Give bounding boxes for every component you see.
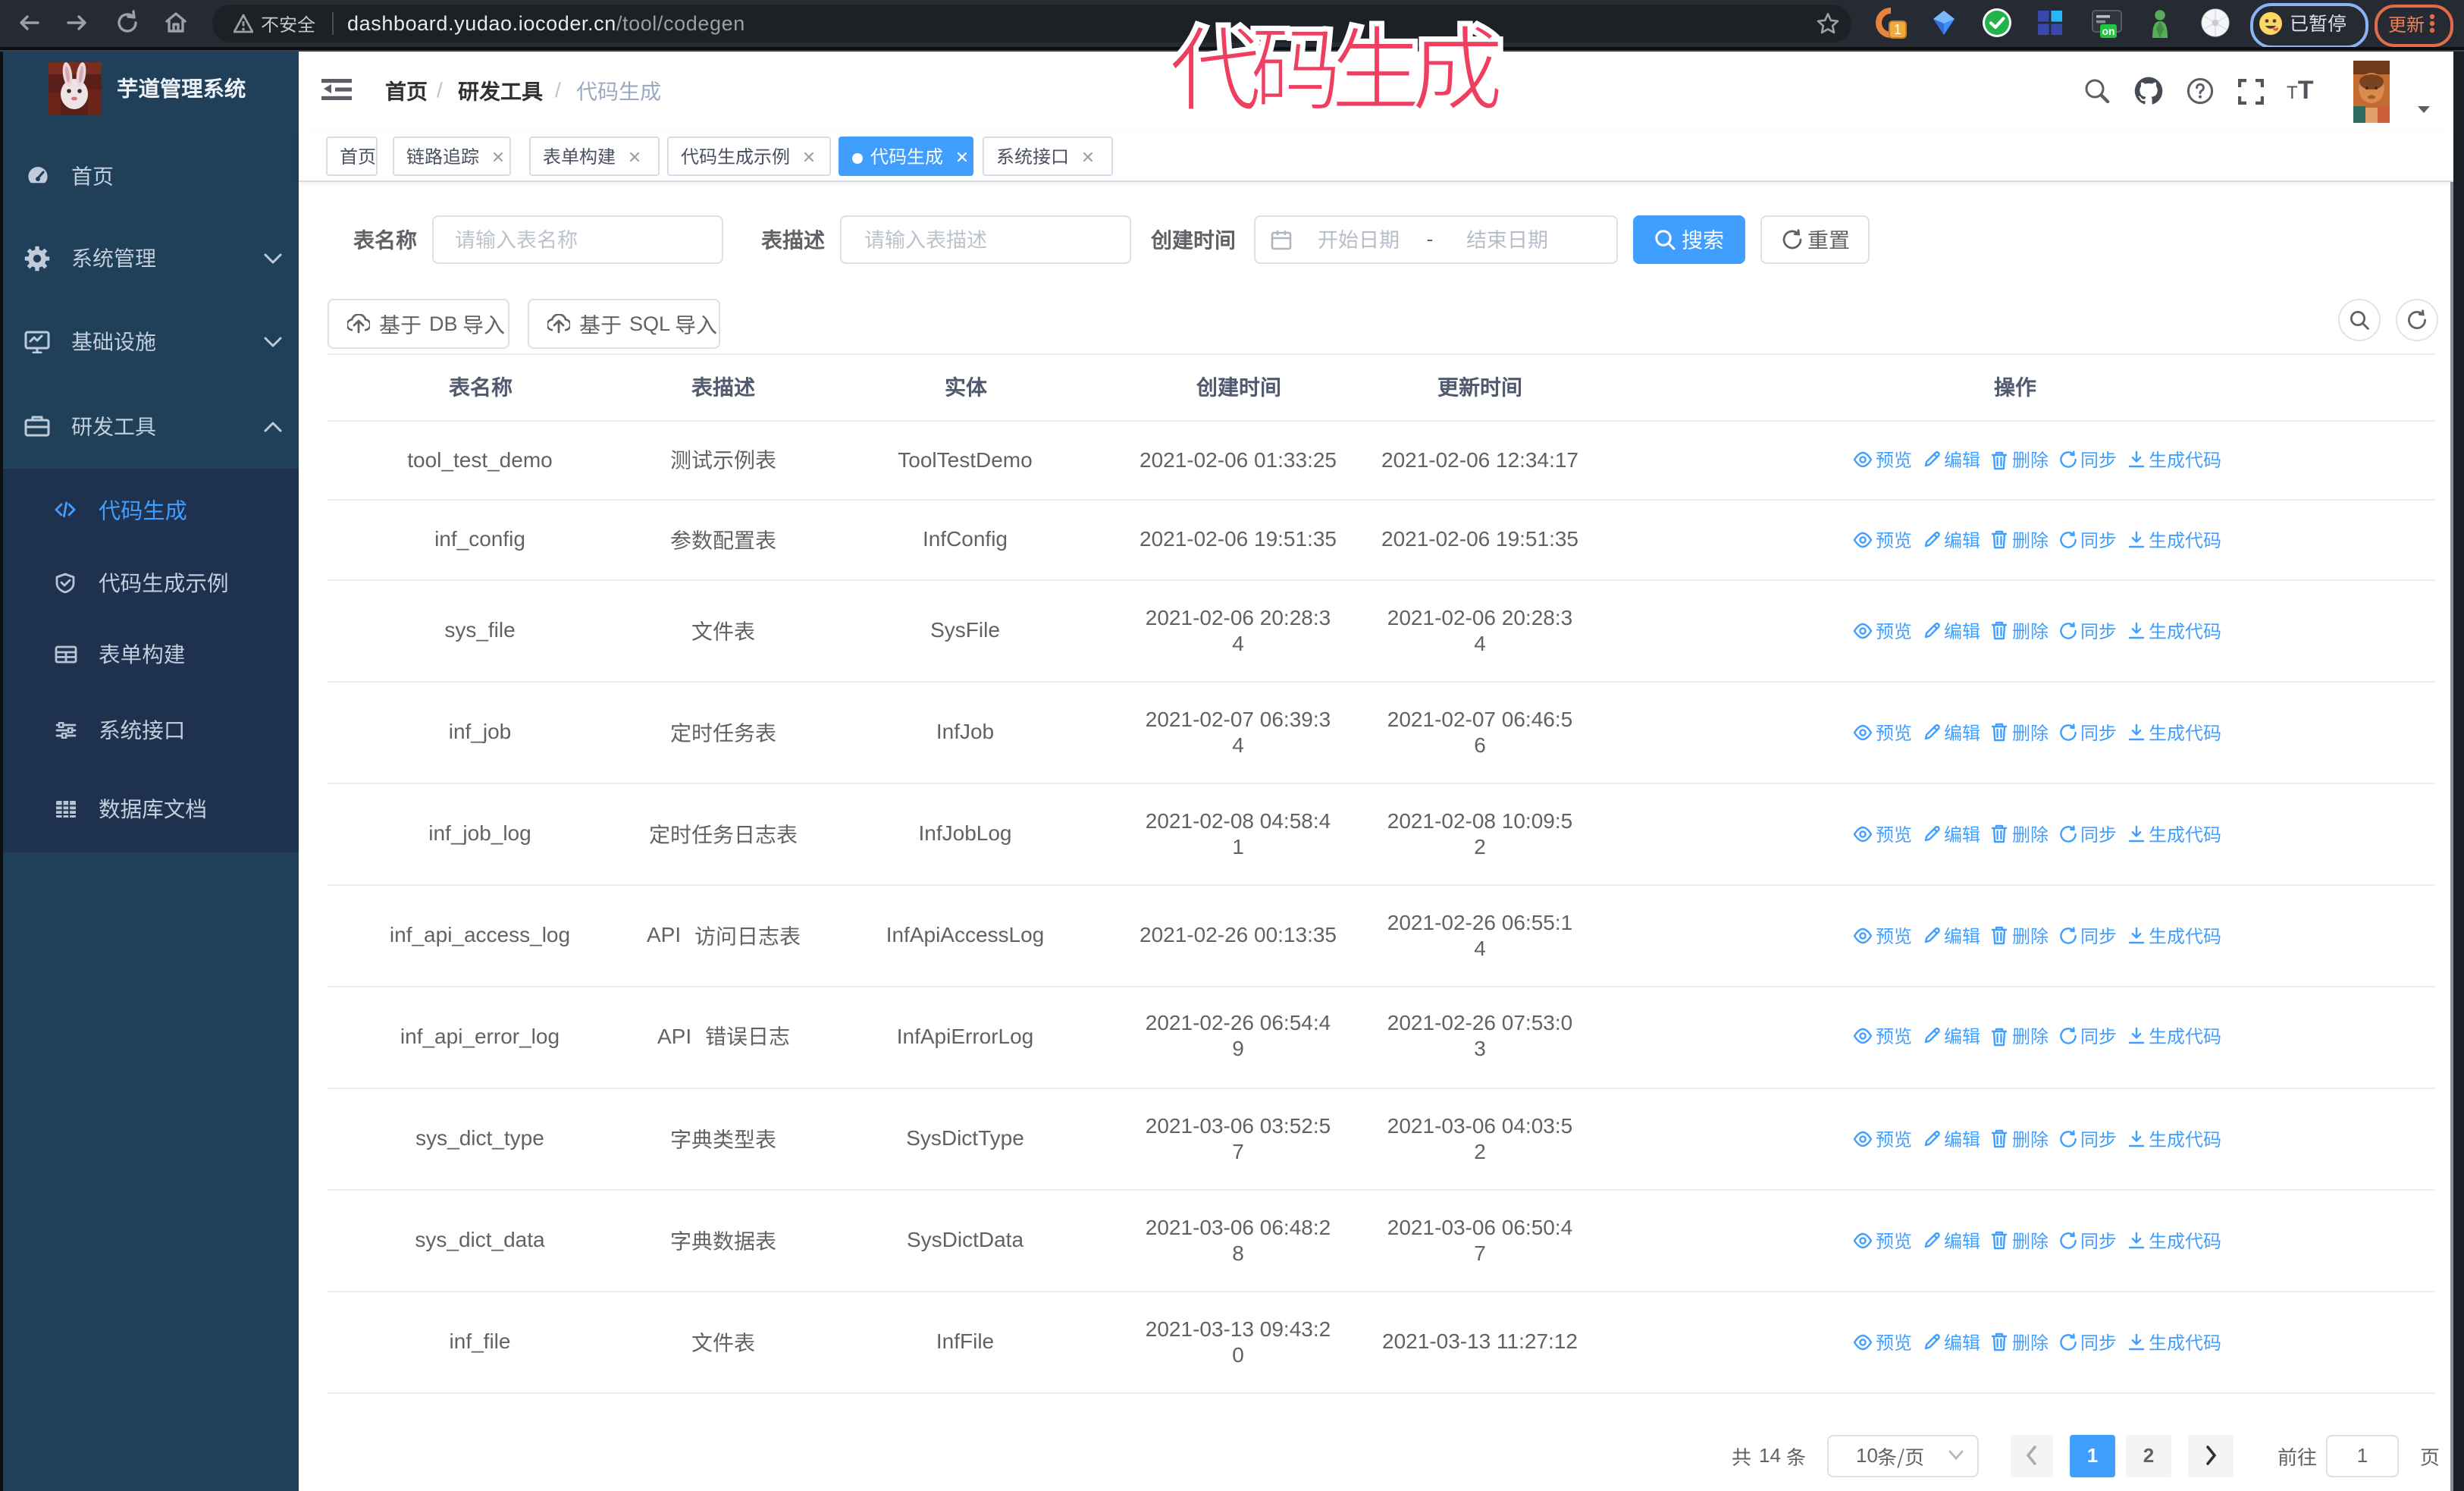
- svg-text:1: 1: [1894, 22, 1901, 37]
- svg-text:on: on: [2102, 25, 2114, 37]
